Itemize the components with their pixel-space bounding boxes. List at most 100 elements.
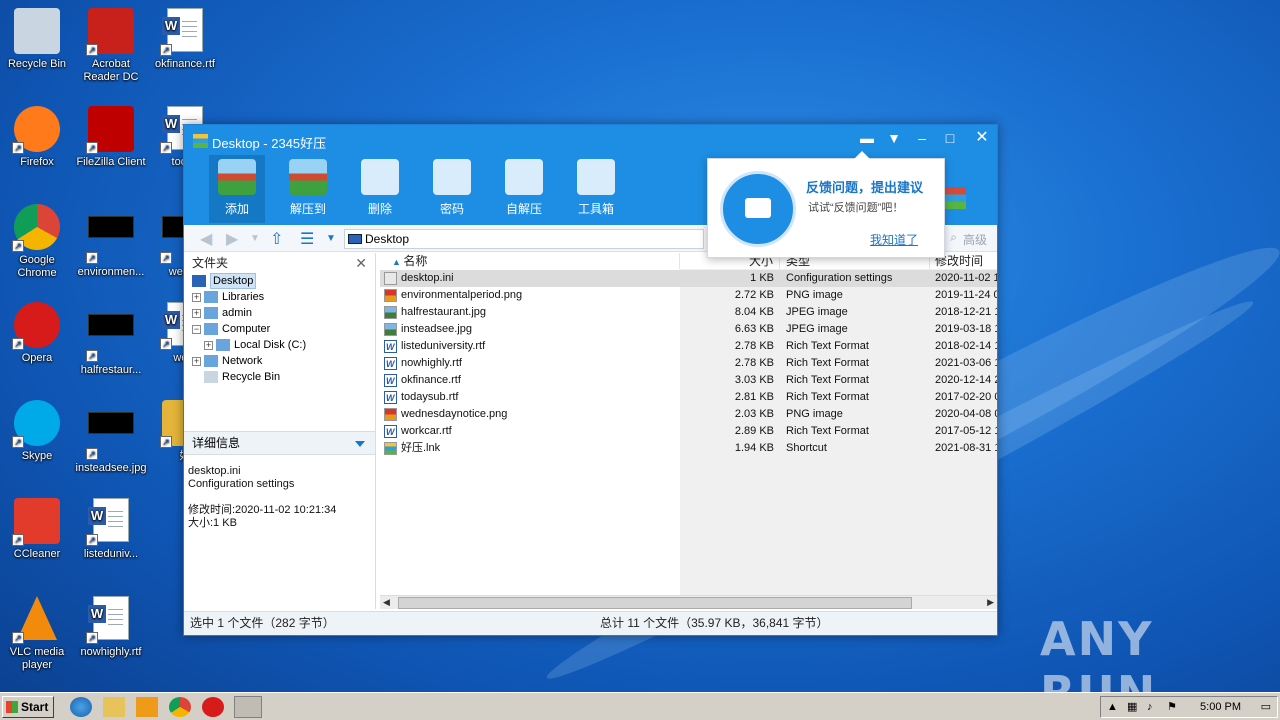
file-type-icon — [384, 272, 397, 285]
explorer-icon[interactable] — [103, 697, 125, 717]
desktop-shortcut[interactable]: ↗ okfinance.rtf — [148, 8, 222, 71]
desktop-shortcut[interactable]: ↗ FileZilla Client — [74, 106, 148, 169]
file-name: listeduniversity.rtf — [401, 340, 486, 352]
toolbar-button[interactable]: 删除 — [352, 155, 408, 223]
desktop-shortcut[interactable]: Recycle Bin — [0, 8, 74, 71]
tray-expand-icon[interactable]: ▲ — [1107, 697, 1118, 717]
file-row[interactable]: insteadsee.jpg 6.63 KB JPEG image 2019-03-1… — [380, 321, 997, 338]
expand-toggle-icon[interactable]: + — [192, 357, 201, 366]
view-dropdown-icon[interactable]: ▼ — [326, 233, 336, 244]
close-button[interactable]: ✕ — [969, 127, 995, 149]
media-player-icon[interactable] — [136, 697, 158, 717]
file-name: insteadsee.jpg — [401, 323, 472, 335]
desktop-shortcut-label: Firefox — [20, 156, 54, 168]
close-pane-icon[interactable]: ✕ — [355, 253, 367, 273]
desktop-shortcut[interactable]: ↗ environmen... — [74, 204, 148, 279]
desktop-shortcut[interactable]: ↗ nowhighly.rtf — [74, 596, 148, 659]
tray-flag-icon[interactable]: ⚑ — [1167, 697, 1177, 717]
details-header[interactable]: 详细信息 — [184, 431, 375, 455]
tray-volume-icon[interactable]: ♪ — [1147, 697, 1153, 717]
image-icon: ↗ — [86, 412, 134, 460]
desktop-shortcut[interactable]: ↗ Firefox — [0, 106, 74, 169]
scroll-right-icon[interactable]: ▶ — [987, 597, 994, 608]
file-name: halfrestaurant.jpg — [401, 306, 486, 318]
tree-item[interactable]: + Local Disk (C:) — [184, 337, 375, 353]
file-size: 2.81 KB — [734, 391, 774, 403]
tree-item[interactable]: − Computer — [184, 321, 375, 337]
desktop-shortcut-label: Opera — [21, 352, 53, 364]
haozip-taskbar-button[interactable] — [234, 696, 262, 718]
toolbar-button[interactable]: 密码 — [424, 155, 480, 223]
file-row[interactable]: environmentalperiod.png 2.72 KB PNG image 2… — [380, 287, 997, 304]
file-row[interactable]: listeduniversity.rtf 2.78 KB Rich Text For… — [380, 338, 997, 356]
toolbar-button[interactable]: 工具箱 — [568, 155, 624, 223]
desktop-shortcut[interactable]: ↗ listeduniv... — [74, 498, 148, 561]
desktop-shortcut[interactable]: ↗ Skype — [0, 400, 74, 463]
image-icon: ↗ — [86, 216, 134, 264]
tree-item[interactable]: + Libraries — [184, 289, 375, 305]
tree-item[interactable]: Recycle Bin — [184, 369, 375, 385]
got-it-link[interactable]: 我知道了 — [870, 231, 918, 248]
scroll-thumb[interactable] — [398, 597, 912, 609]
desktop-shortcut[interactable]: ↗ halfrestaur... — [74, 302, 148, 377]
file-size: 2.78 KB — [734, 357, 774, 369]
opera-taskbar-icon[interactable] — [202, 697, 224, 717]
feedback-icon[interactable]: ▬ — [854, 127, 880, 149]
file-row[interactable]: todaysub.rtf 2.81 KB Rich Text Format 2017-… — [380, 389, 997, 407]
tree-item-label: Computer — [222, 323, 271, 335]
horizontal-scrollbar[interactable]: ◀ ▶ — [380, 595, 997, 609]
desktop-shortcut[interactable]: ↗ VLC media player — [0, 596, 74, 672]
tree-item[interactable]: + admin — [184, 305, 375, 321]
file-size: 1 KB — [750, 272, 774, 284]
tray-notify-icon[interactable]: ▭ — [1261, 697, 1271, 717]
toolbar-button[interactable]: 解压到 — [280, 155, 336, 223]
forward-arrow-icon[interactable]: ▶ — [226, 229, 238, 249]
desktop-shortcut[interactable]: ↗ Acrobat Reader DC — [74, 8, 148, 84]
column-name[interactable]: ▲ 名称 — [380, 253, 680, 269]
menu-dropdown-icon[interactable]: ▼ — [881, 127, 907, 149]
tree-item[interactable]: + Network — [184, 353, 375, 369]
status-selection: 选中 1 个文件（282 字节） — [190, 616, 335, 630]
file-type: Rich Text Format — [786, 374, 869, 386]
advanced-search-link[interactable]: 高级 — [963, 231, 987, 248]
history-dropdown-icon[interactable]: ▼ — [250, 233, 260, 244]
maximize-button[interactable]: □ — [937, 127, 963, 149]
file-row[interactable]: 好压.lnk 1.94 KB Shortcut 2021-08-31 1 — [380, 440, 997, 457]
file-row[interactable]: desktop.ini 1 KB Configuration settings 202… — [380, 270, 997, 287]
search-icon[interactable]: ⌕ — [950, 230, 957, 245]
toolbar-button[interactable]: 自解压 — [496, 155, 552, 223]
scroll-left-icon[interactable]: ◀ — [383, 597, 390, 608]
shortcut-arrow-icon: ↗ — [86, 44, 98, 56]
desktop-shortcut[interactable]: ↗ Google Chrome — [0, 204, 74, 280]
file-type: Configuration settings — [786, 272, 893, 284]
folder-pane: 文件夹 ✕ Desktop + Libraries + admin − Computer + L… — [184, 253, 376, 609]
collapse-icon[interactable] — [355, 441, 365, 447]
file-row[interactable]: workcar.rtf 2.89 KB Rich Text Format 2017-0… — [380, 423, 997, 441]
desktop-shortcut[interactable]: ↗ insteadsee.jpg — [74, 400, 148, 475]
start-button[interactable]: Start — [2, 696, 54, 718]
chrome-taskbar-icon[interactable] — [169, 697, 191, 717]
toolbar-button-label: 密码 — [439, 202, 464, 216]
file-row[interactable]: wednesdaynotice.png 2.03 KB PNG image 2020-… — [380, 406, 997, 423]
file-row[interactable]: nowhighly.rtf 2.78 KB Rich Text Format 2021… — [380, 355, 997, 373]
up-folder-icon[interactable]: ⇧ — [270, 229, 283, 249]
view-list-icon[interactable]: ☰ — [300, 229, 314, 249]
tree-item[interactable]: Desktop — [184, 273, 375, 289]
ie-icon[interactable] — [70, 697, 92, 717]
expand-toggle-icon[interactable]: + — [192, 293, 201, 302]
minimize-button[interactable]: – — [909, 127, 935, 149]
expand-toggle-icon[interactable]: − — [192, 325, 201, 334]
tray-network-icon[interactable]: ▦ — [1127, 697, 1137, 717]
file-row[interactable]: halfrestaurant.jpg 8.04 KB JPEG image 2018-… — [380, 304, 997, 321]
file-size: 1.94 KB — [734, 442, 774, 454]
file-row[interactable]: okfinance.rtf 3.03 KB Rich Text Format 2020… — [380, 372, 997, 390]
desktop-shortcut[interactable]: ↗ CCleaner — [0, 498, 74, 561]
folder-icon — [204, 307, 218, 319]
toolbar-button[interactable]: 添加 — [209, 155, 265, 223]
desktop-shortcut[interactable]: ↗ Opera — [0, 302, 74, 365]
desktop-shortcut-label: halfrestaur... — [80, 364, 142, 376]
expand-toggle-icon[interactable]: + — [204, 341, 213, 350]
expand-toggle-icon[interactable]: + — [192, 309, 201, 318]
back-arrow-icon[interactable]: ◀ — [200, 229, 212, 249]
address-input[interactable]: Desktop — [344, 229, 704, 249]
